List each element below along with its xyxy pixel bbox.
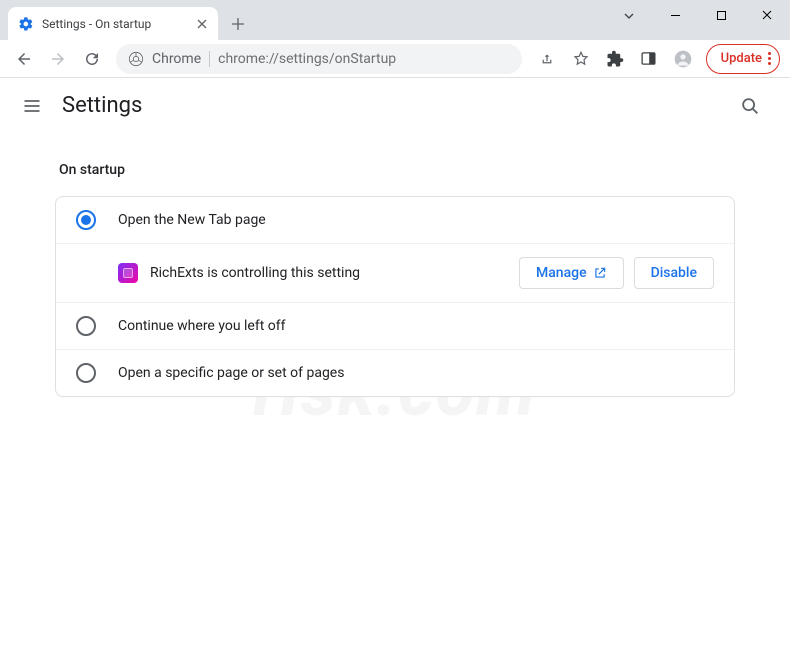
minimize-button[interactable] [652, 0, 698, 30]
back-button[interactable] [10, 45, 38, 73]
extensions-puzzle-icon[interactable] [600, 45, 630, 73]
manage-label: Manage [536, 265, 587, 281]
close-tab-icon[interactable] [194, 16, 210, 32]
option-label: Open a specific page or set of pages [118, 365, 344, 381]
omnibox-divider [209, 51, 210, 67]
close-window-button[interactable] [744, 0, 790, 30]
manage-button[interactable]: Manage [519, 257, 624, 289]
update-button[interactable]: Update [706, 44, 780, 74]
chrome-logo-icon [128, 51, 144, 67]
startup-option-newtab[interactable]: Open the New Tab page [56, 197, 734, 243]
radio-unchecked-icon[interactable] [76, 316, 96, 336]
page-title: Settings [62, 93, 142, 118]
menu-hamburger-icon[interactable] [20, 94, 44, 118]
sidepanel-icon[interactable] [634, 45, 664, 73]
startup-option-continue[interactable]: Continue where you left off [56, 302, 734, 349]
extension-app-icon [118, 263, 138, 283]
new-tab-button[interactable] [224, 10, 252, 38]
startup-option-specific[interactable]: Open a specific page or set of pages [56, 349, 734, 396]
url-text: chrome://settings/onStartup [218, 51, 396, 67]
option-label: Continue where you left off [118, 318, 286, 334]
address-bar: Chrome chrome://settings/onStartup Updat… [0, 40, 790, 78]
titlebar: Settings - On startup [0, 0, 790, 40]
omnibox[interactable]: Chrome chrome://settings/onStartup [116, 44, 522, 74]
startup-card: Open the New Tab page RichExts is contro… [55, 196, 735, 397]
option-label: Open the New Tab page [118, 212, 266, 228]
radio-checked-icon[interactable] [76, 210, 96, 230]
share-icon[interactable] [532, 45, 562, 73]
external-link-icon [593, 266, 607, 280]
extension-notice-text: RichExts is controlling this setting [150, 265, 507, 281]
tab-title: Settings - On startup [42, 17, 186, 31]
site-label: Chrome [152, 51, 201, 67]
disable-label: Disable [651, 265, 697, 281]
settings-header: Settings [0, 78, 790, 134]
settings-gear-icon [18, 16, 34, 32]
forward-button[interactable] [44, 45, 72, 73]
search-settings-icon[interactable] [730, 86, 770, 126]
bookmark-star-icon[interactable] [566, 45, 596, 73]
menu-dots-icon [768, 52, 771, 65]
maximize-button[interactable] [698, 0, 744, 30]
settings-content[interactable]: On startup Open the New Tab page RichExt… [0, 134, 790, 651]
profile-avatar-icon[interactable] [668, 45, 698, 73]
update-label: Update [721, 51, 762, 66]
window-controls [606, 0, 790, 32]
browser-tab[interactable]: Settings - On startup [8, 7, 218, 40]
disable-button[interactable]: Disable [634, 257, 714, 289]
section-title: On startup [59, 162, 735, 178]
extension-notice-row: RichExts is controlling this setting Man… [56, 243, 734, 302]
reload-button[interactable] [78, 45, 106, 73]
radio-unchecked-icon[interactable] [76, 363, 96, 383]
tab-search-icon[interactable] [606, 0, 652, 32]
